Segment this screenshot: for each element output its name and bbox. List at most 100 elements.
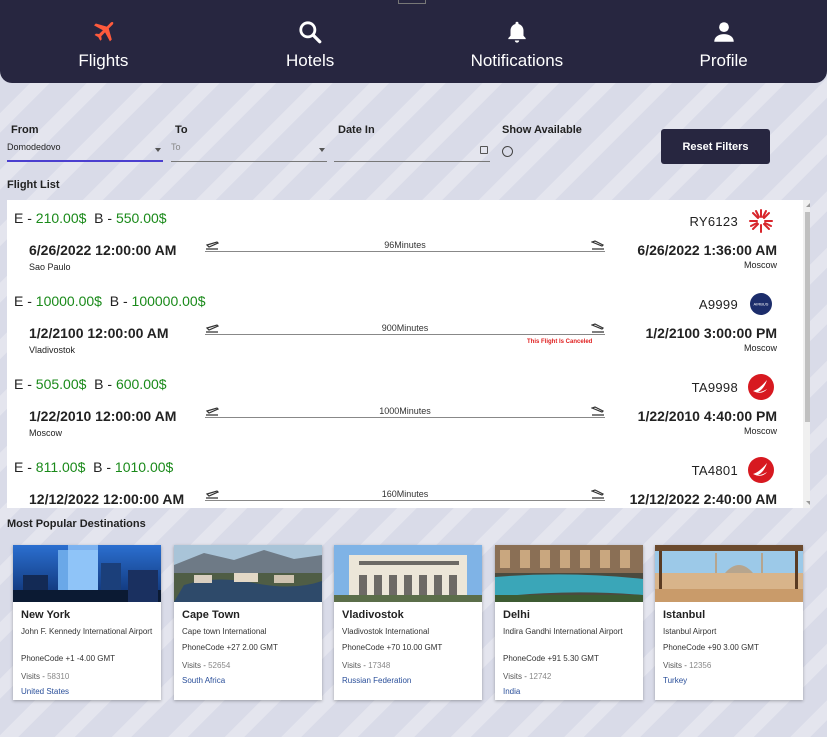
destination-card[interactable]: Istanbul Istanbul Airport PhoneCode +90 … [655, 545, 803, 700]
visits-label: Visits - [663, 661, 690, 670]
destination-phone: PhoneCode +91 5.30 GMT [503, 654, 599, 663]
destination-visits: Visits - 52654 [182, 661, 230, 670]
destination-card[interactable]: Delhi Indira Gandhi International Airpor… [495, 545, 643, 700]
scroll-thumb[interactable] [805, 212, 810, 422]
canceled-status: This Flight Is Canceled [527, 339, 593, 345]
visits-count: 12742 [529, 672, 552, 681]
from-label: From [11, 124, 39, 136]
destination-card[interactable]: New York John F. Kennedy International A… [13, 545, 161, 700]
nav-notifications[interactable]: Notifications [414, 13, 620, 71]
chevron-down-icon [155, 148, 161, 152]
flight-duration: 1000Minutes [379, 406, 431, 416]
svg-text:AIRBUS: AIRBUS [754, 302, 769, 307]
business-price: 550.00$ [115, 210, 167, 226]
route-line [205, 251, 605, 252]
to-label: To [175, 124, 188, 136]
takeoff-icon [205, 324, 219, 333]
to-filter: To [175, 124, 327, 136]
route-line [205, 500, 605, 501]
business-price: 600.00$ [115, 376, 167, 392]
arrival-city: Moscow [743, 343, 777, 353]
flight-code: RY6123 [689, 214, 738, 229]
destination-country[interactable]: South Africa [182, 676, 225, 685]
destination-airport: Cape town International [182, 627, 267, 636]
visits-count: 52654 [208, 661, 231, 670]
destinations-list: New York John F. Kennedy International A… [13, 545, 813, 700]
landing-icon [591, 406, 605, 416]
visits-label: Visits - [342, 661, 369, 670]
flight-list-scrollbar[interactable] [803, 200, 810, 508]
destination-country[interactable]: Turkey [663, 676, 687, 685]
flight-duration: 900Minutes [381, 323, 429, 333]
user-icon [711, 17, 737, 47]
visits-count: 12356 [689, 661, 712, 670]
business-label: B - [109, 293, 132, 309]
destination-phone: PhoneCode +27 2.00 GMT [182, 643, 278, 652]
arrival-time: 6/26/2022 1:36:00 AM [637, 242, 777, 258]
departure-city: Moscow [29, 428, 63, 438]
airbus-logo-icon: AIRBUS [747, 290, 775, 318]
nav-notifications-label: Notifications [470, 50, 564, 70]
plane-icon [90, 17, 116, 47]
arrival-time: 1/2/2100 3:00:00 PM [645, 325, 777, 341]
to-select[interactable]: To [171, 138, 327, 162]
destination-visits: Visits - 12742 [503, 672, 551, 681]
business-price: 100000.00$ [131, 293, 206, 309]
reset-filters-button[interactable]: Reset Filters [661, 129, 770, 164]
business-label: B - [94, 210, 116, 226]
destination-phone: PhoneCode +70 10.00 GMT [342, 643, 443, 652]
nav-hotels-label: Hotels [286, 50, 335, 70]
destination-phone: PhoneCode +90 3.00 GMT [663, 643, 759, 652]
scroll-up-arrow-icon[interactable] [806, 203, 810, 207]
filters-bar: From Domodedovo To To Date In Show Avail… [7, 124, 807, 174]
destination-card[interactable]: Vladivostok Vladivostok International Ph… [334, 545, 482, 700]
flight-code: A9999 [698, 297, 738, 312]
destination-city: Delhi [503, 609, 530, 621]
flight-code: TA4801 [691, 463, 738, 478]
window-notch [398, 0, 426, 4]
nav-flights-label: Flights [78, 50, 129, 70]
destination-visits: Visits - 58310 [21, 672, 69, 681]
flight-code: TA9998 [691, 380, 738, 395]
bell-icon [504, 17, 530, 47]
date-input[interactable] [334, 138, 490, 162]
flight-list-title: Flight List [7, 179, 60, 191]
flight-prices: E - 10000.00$ B - 100000.00$ [14, 293, 206, 309]
nav-profile[interactable]: Profile [621, 13, 827, 71]
arrival-time: 12/12/2022 2:40:00 AM [629, 491, 777, 507]
destination-phone: PhoneCode +1 -4.00 GMT [21, 654, 116, 663]
departure-city: Vladivostok [29, 345, 76, 355]
destination-city: Vladivostok [342, 609, 404, 621]
destination-card[interactable]: Cape Town Cape town International PhoneC… [174, 545, 322, 700]
flight-item[interactable]: E - 10000.00$ B - 100000.00$ A9999 AIRBU… [7, 283, 797, 366]
destination-country[interactable]: Russian Federation [342, 676, 411, 685]
visits-label: Visits - [21, 672, 48, 681]
from-select[interactable]: Domodedovo [7, 138, 163, 162]
show-available-radio[interactable] [502, 146, 513, 157]
economy-price: 505.00$ [35, 376, 87, 392]
flight-item[interactable]: E - 210.00$ B - 550.00$ RY6123 6/26/2022… [7, 200, 797, 283]
destination-country[interactable]: India [503, 687, 520, 696]
nav-flights[interactable]: Flights [0, 13, 206, 71]
chevron-down-icon [319, 148, 325, 152]
departure-time: 1/22/2010 12:00:00 AM [29, 408, 177, 424]
scroll-down-arrow-icon[interactable] [806, 501, 810, 505]
destination-city: New York [21, 609, 71, 621]
destination-airport: John F. Kennedy International Airport [21, 627, 153, 636]
red-airline-logo-icon [747, 207, 775, 235]
economy-price: 10000.00$ [35, 293, 102, 309]
turkish-airlines-logo-icon [747, 456, 775, 484]
flight-item[interactable]: E - 505.00$ B - 600.00$ TA9998 1/22/2010… [7, 366, 797, 449]
route-line [205, 417, 605, 418]
search-icon [297, 17, 323, 47]
business-price: 1010.00$ [114, 459, 174, 475]
nav-hotels[interactable]: Hotels [207, 13, 413, 71]
destination-visits: Visits - 17348 [342, 661, 390, 670]
nav-profile-label: Profile [699, 50, 748, 70]
from-filter: From [11, 124, 167, 136]
flight-item[interactable]: E - 811.00$ B - 1010.00$ TA4801 12/12/20… [7, 449, 797, 508]
landing-icon [591, 240, 605, 250]
visits-count: 58310 [47, 672, 70, 681]
takeoff-icon [205, 241, 219, 250]
destination-country[interactable]: United States [21, 687, 69, 696]
